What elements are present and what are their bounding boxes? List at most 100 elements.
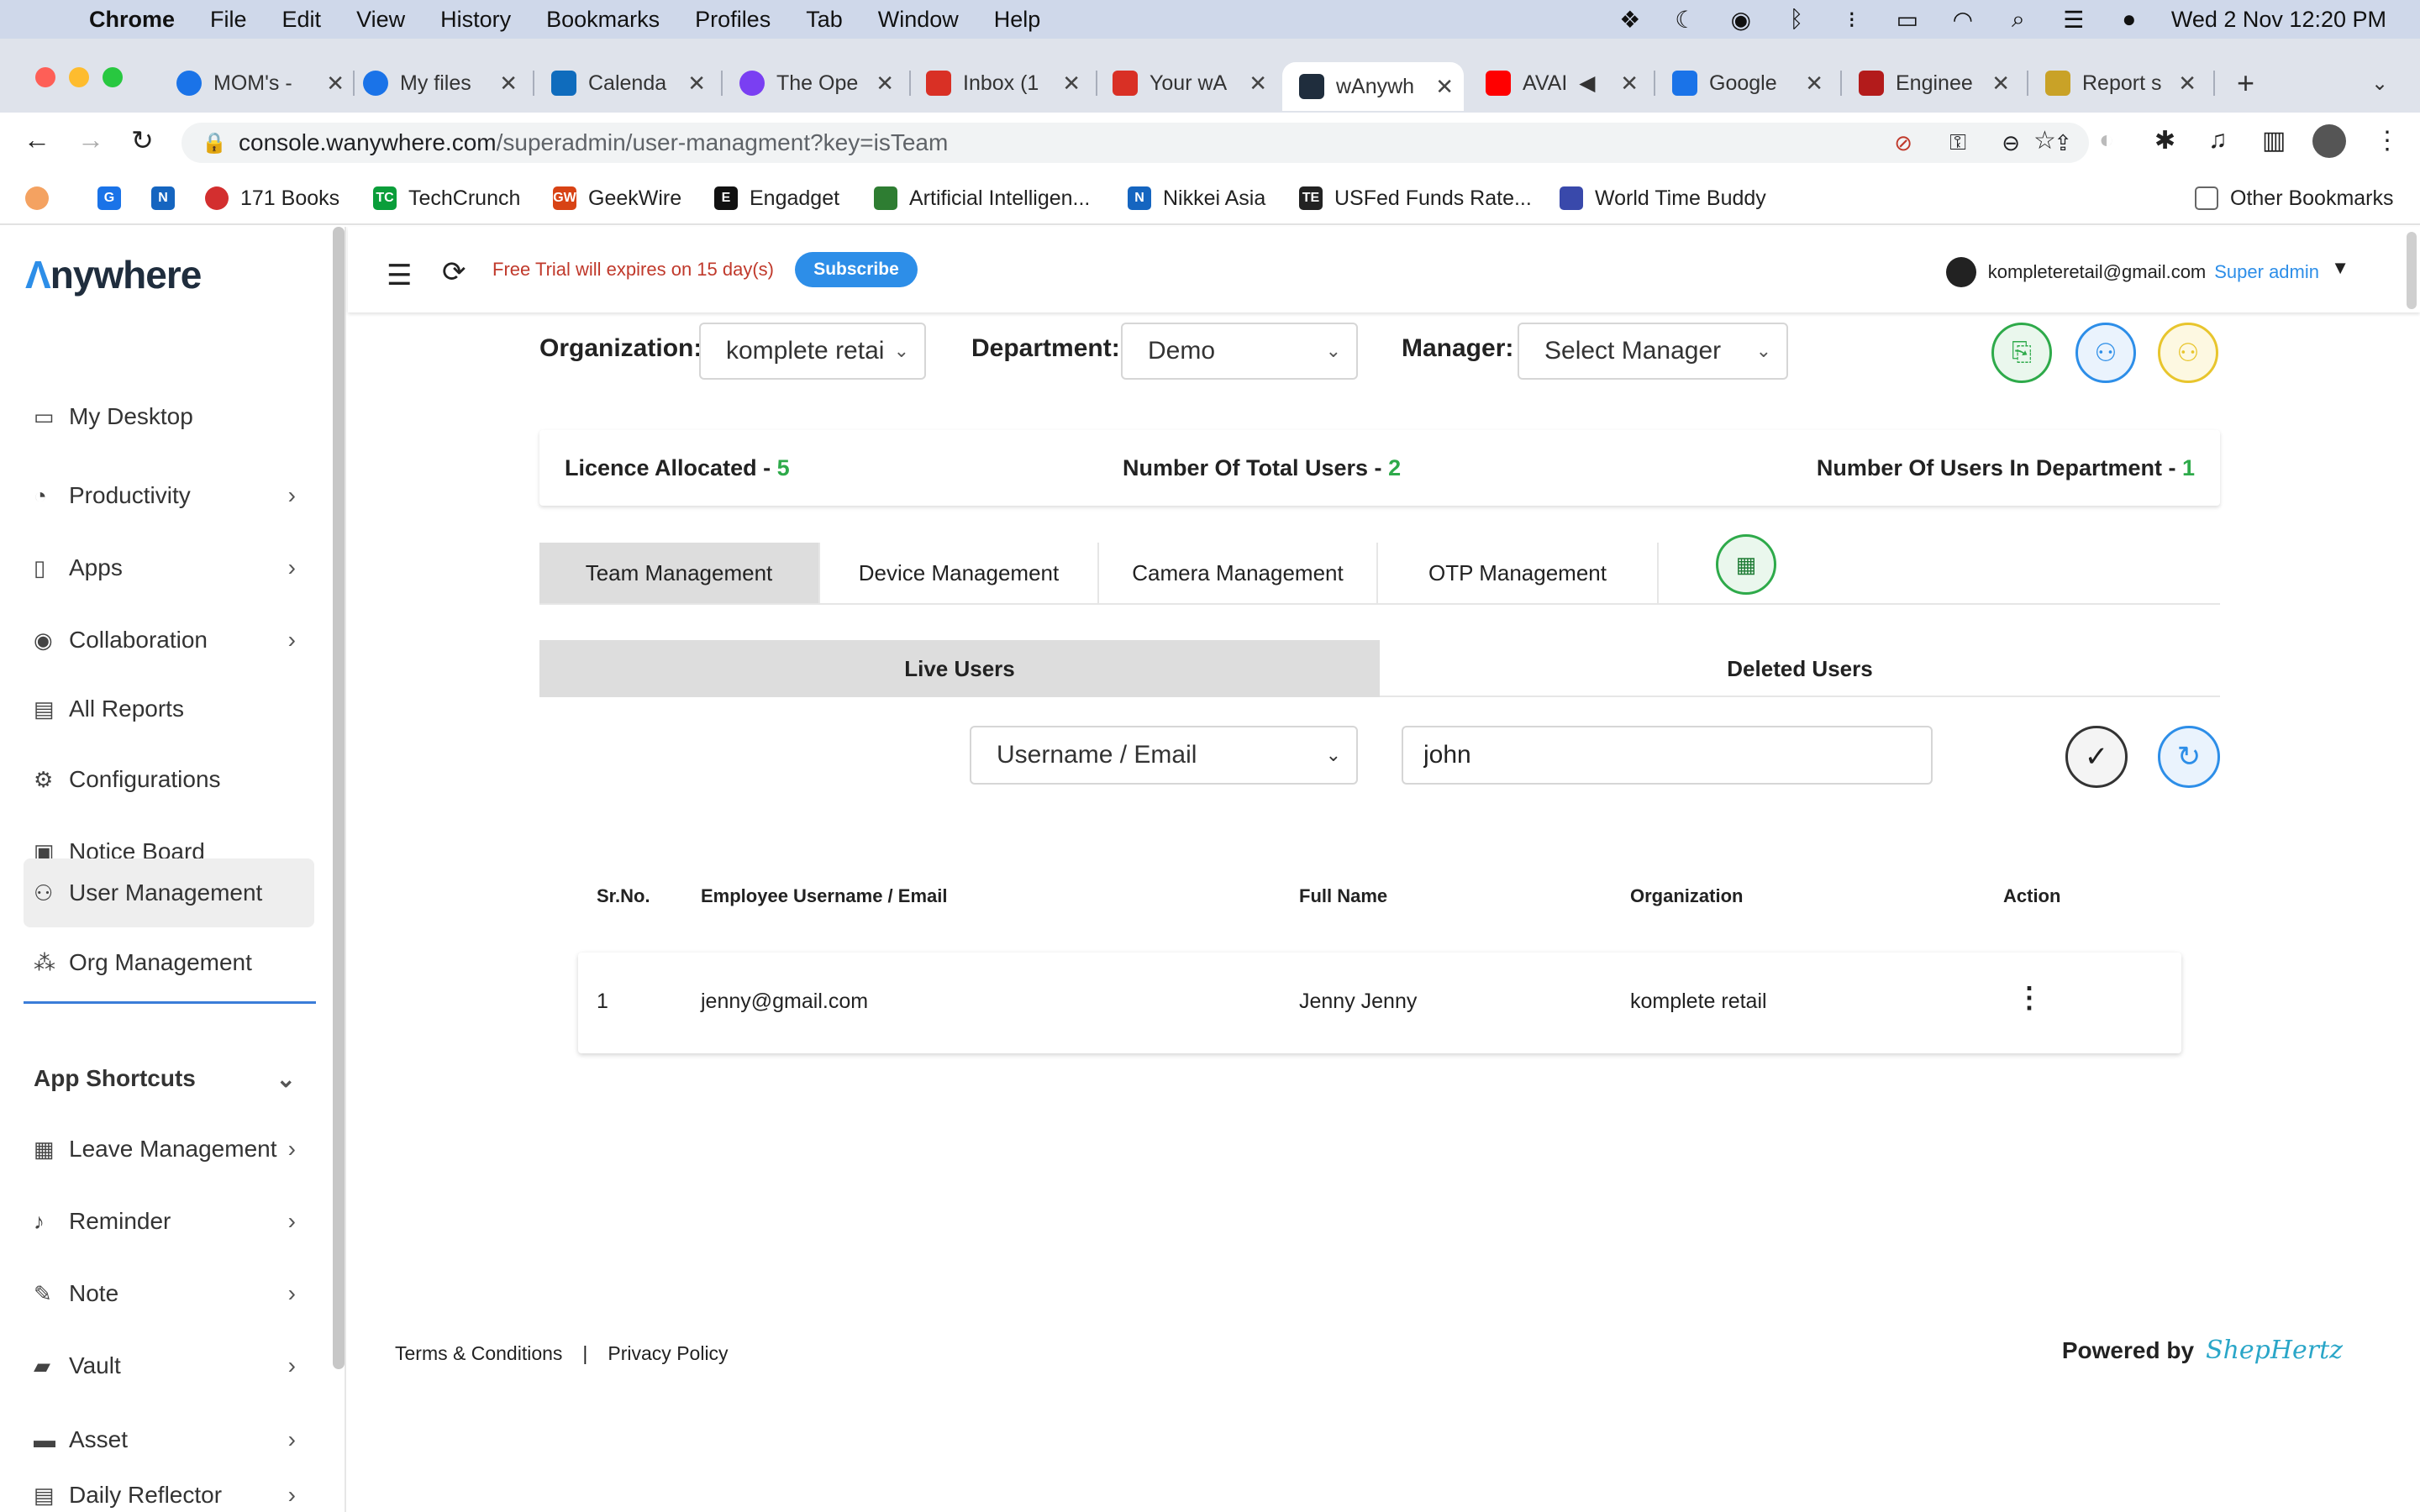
search-field-select[interactable]: Username / Email ⌄ — [970, 726, 1358, 785]
export-excel-button[interactable]: ▦ — [1716, 534, 1776, 595]
menu-help[interactable]: Help — [994, 7, 1041, 33]
wifi-icon[interactable]: ◠ — [1949, 6, 1976, 34]
bookmark-geekwire[interactable]: GW GeekWire — [553, 183, 681, 213]
bookmark-world-time-buddy[interactable]: World Time Buddy — [1560, 183, 1766, 213]
search-submit-button[interactable]: ✓ — [2065, 726, 2128, 788]
dots-icon[interactable]: ⁝ — [1839, 6, 1865, 34]
caret-down-icon[interactable]: ▼ — [2331, 257, 2349, 279]
close-tab-icon[interactable]: ✕ — [499, 71, 518, 97]
sidebar-item-org-management[interactable]: ⁂ Org Management — [24, 929, 314, 996]
privacy-link[interactable]: Privacy Policy — [608, 1342, 728, 1365]
browser-tab[interactable]: Calenda ✕ — [551, 64, 706, 102]
star-icon[interactable]: ☆ — [2033, 126, 2056, 155]
close-tab-icon[interactable]: ✕ — [1805, 71, 1823, 97]
maximize-window-icon[interactable] — [103, 67, 123, 87]
tab-otp-management[interactable]: OTP Management — [1378, 543, 1659, 603]
siri-icon[interactable]: ● — [2116, 6, 2143, 33]
bookmark-item[interactable]: N — [151, 183, 187, 213]
blocked-icon[interactable]: ⊘ — [1894, 130, 1912, 156]
sidebar-item-productivity[interactable]: ◔ Productivity › — [24, 462, 314, 529]
profile-avatar[interactable] — [2312, 124, 2346, 158]
close-tab-icon[interactable]: ✕ — [2178, 71, 2196, 97]
sidebar-item-my-desktop[interactable]: ▭ My Desktop — [24, 383, 314, 450]
menu-file[interactable]: File — [210, 7, 247, 33]
tab-team-management[interactable]: Team Management — [539, 543, 820, 603]
organization-select[interactable]: komplete retai ⌄ — [699, 323, 926, 380]
browser-tab[interactable]: Google ✕ — [1672, 64, 1823, 102]
browser-tab-active[interactable]: wAnywh ✕ — [1282, 62, 1464, 111]
sidebar-item-note[interactable]: ✎ Note › — [24, 1260, 314, 1327]
key-icon[interactable]: ⚿ — [1949, 129, 1966, 156]
main-scrollbar[interactable] — [2407, 232, 2417, 309]
menu-tab[interactable]: Tab — [806, 7, 843, 33]
bookmark-171-books[interactable]: 171 Books — [205, 183, 339, 213]
bookmark-techcrunch[interactable]: TC TechCrunch — [373, 183, 520, 213]
reset-search-button[interactable]: ↻ — [2158, 726, 2220, 788]
menu-app-name[interactable]: Chrome — [89, 7, 175, 33]
browser-tab[interactable]: My files ✕ — [363, 64, 518, 102]
search-icon[interactable]: ⌕ — [2005, 6, 2032, 34]
sidebar-item-daily-reflector[interactable]: ▤ Daily Reflector › — [24, 1478, 314, 1512]
puzzle-icon[interactable]: ✱ — [2154, 126, 2175, 155]
extension-icon[interactable]: ◐ — [2099, 126, 2114, 155]
sidebar-item-all-reports[interactable]: ▤ All Reports — [24, 675, 314, 743]
sidebar-item-configurations[interactable]: ⚙ Configurations — [24, 746, 314, 813]
table-row[interactable]: 1 jenny@gmail.com Jenny Jenny komplete r… — [578, 953, 2181, 1053]
sidebar-scrollbar[interactable] — [333, 227, 345, 1369]
menu-bookmarks[interactable]: Bookmarks — [546, 7, 660, 33]
tab-live-users[interactable]: Live Users — [539, 640, 1380, 697]
menu-edit[interactable]: Edit — [282, 7, 322, 33]
row-action-kebab-icon[interactable]: ⋮ — [2015, 981, 2044, 1015]
sidebar-item-leave-management[interactable]: ▦ Leave Management › — [24, 1116, 314, 1183]
sidebar-item-asset[interactable]: ▬ Asset › — [24, 1406, 314, 1473]
tab-deleted-users[interactable]: Deleted Users — [1380, 640, 2220, 697]
tab-device-management[interactable]: Device Management — [820, 543, 1099, 603]
minimize-window-icon[interactable] — [69, 67, 89, 87]
lock-icon[interactable]: 🔒 — [202, 131, 227, 155]
bookmark-engadget[interactable]: E Engadget — [714, 183, 839, 213]
tab-camera-management[interactable]: Camera Management — [1099, 543, 1378, 603]
close-tab-icon[interactable]: ✕ — [687, 71, 706, 97]
browser-tab[interactable]: Enginee ✕ — [1859, 64, 2010, 102]
sidebar-item-vault[interactable]: ▰ Vault › — [24, 1332, 314, 1399]
app-shortcuts-header[interactable]: App Shortcuts ⌄ — [24, 1045, 314, 1112]
close-tab-icon[interactable]: ✕ — [1249, 71, 1267, 97]
new-tab-icon[interactable]: + — [2237, 64, 2254, 102]
more-menu-icon[interactable]: ⋮ — [2375, 126, 2400, 155]
import-file-button[interactable]: ⎘ — [1991, 323, 2052, 383]
browser-tab[interactable]: Inbox (1 ✕ — [926, 64, 1081, 102]
close-tab-icon[interactable]: ✕ — [876, 71, 894, 97]
media-icon[interactable]: ♫ — [2208, 126, 2228, 155]
remove-user-button[interactable]: ⚇ — [2158, 323, 2218, 383]
back-icon[interactable]: ← — [24, 124, 50, 155]
control-center-icon[interactable]: ☰ — [2060, 6, 2087, 34]
other-bookmarks[interactable]: Other Bookmarks — [2195, 183, 2394, 213]
moon-icon[interactable]: ☾ — [1672, 6, 1699, 34]
bookmark-ai[interactable]: Artificial Intelligen... — [874, 183, 1090, 213]
share-icon[interactable]: ⇪ — [2054, 130, 2072, 156]
tab-search-chevron-icon[interactable]: ⌄ — [2371, 64, 2388, 102]
sync-icon[interactable]: ⟳ — [442, 255, 466, 289]
shephertz-logo[interactable]: ShepHertz — [2206, 1336, 2343, 1365]
close-tab-icon[interactable]: ✕ — [1062, 71, 1081, 97]
forward-icon[interactable]: → — [77, 124, 104, 155]
sidebar-item-collaboration[interactable]: ◉ Collaboration › — [24, 606, 314, 674]
user-menu[interactable]: kompleteretail@gmail.com Super admin — [1945, 257, 2319, 287]
close-tab-icon[interactable]: ✕ — [326, 71, 345, 97]
battery-icon[interactable]: ▭ — [1894, 6, 1921, 34]
speaker-icon[interactable]: ◀ — [1579, 71, 1595, 96]
bluetooth-icon[interactable]: ᛒ — [1783, 6, 1810, 33]
dropbox-icon[interactable]: ❖ — [1617, 6, 1644, 34]
browser-tab[interactable]: AVAI ◀ ✕ — [1486, 64, 1639, 102]
play-icon[interactable]: ◉ — [1728, 6, 1754, 34]
browser-tab[interactable]: Your wA ✕ — [1113, 64, 1267, 102]
department-select[interactable]: Demo ⌄ — [1121, 323, 1358, 380]
sidebar-item-user-management[interactable]: ⚇ User Management — [24, 858, 314, 927]
bookmark-usfed[interactable]: TE USFed Funds Rate... — [1299, 183, 1532, 213]
sidebar-item-apps[interactable]: ▯ Apps › — [24, 534, 314, 601]
browser-tab[interactable]: MOM's - ✕ — [176, 64, 345, 102]
add-user-button[interactable]: ⚇ — [2075, 323, 2136, 383]
address-bar[interactable]: 🔒 console.wanywhere.com/superadmin/user-… — [182, 123, 2089, 163]
browser-tab[interactable]: The Ope ✕ — [739, 64, 894, 102]
close-tab-icon[interactable]: ✕ — [1435, 74, 1454, 100]
